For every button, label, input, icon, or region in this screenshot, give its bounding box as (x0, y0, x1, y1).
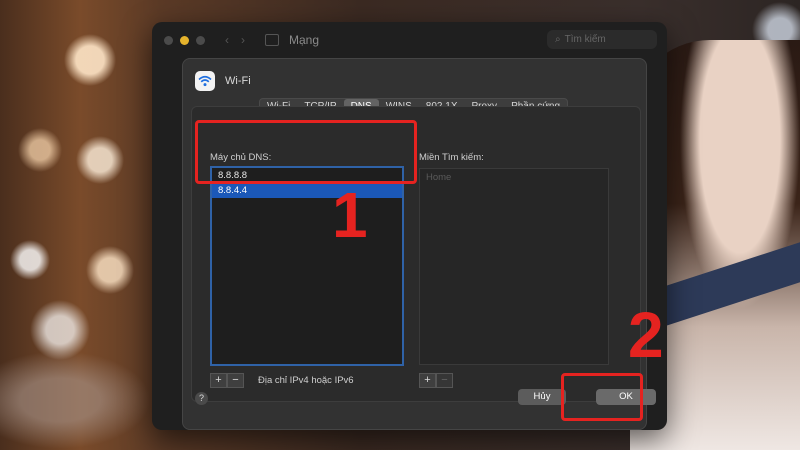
highlight-ok-button (561, 373, 643, 421)
domain-remove-button[interactable]: − (436, 373, 453, 388)
dns-remove-button[interactable]: − (227, 373, 244, 388)
search-domains-list[interactable]: Home (419, 168, 609, 365)
sheet-header: Wi-Fi (195, 71, 251, 91)
step-number-1: 1 (332, 179, 368, 251)
dns-server-row-selected[interactable]: 8.8.4.4 (212, 183, 402, 198)
address-hint: Địa chỉ IPv4 hoặc IPv6 (258, 375, 354, 386)
search-icon: ⌕ (555, 34, 561, 45)
dns-servers-list[interactable]: 8.8.8.8 8.8.4.4 (210, 166, 404, 366)
highlight-dns-servers (195, 120, 417, 184)
nav-arrows-icon[interactable]: ‹› (225, 33, 257, 47)
traffic-lights (164, 35, 205, 45)
window-title: Mạng (289, 33, 320, 47)
sheet-title: Wi-Fi (225, 75, 251, 87)
zoom-button[interactable] (196, 35, 205, 45)
titlebar: ‹› Mạng ⌕ Tìm kiếm (152, 22, 667, 58)
dns-add-button[interactable]: + (210, 373, 227, 388)
help-button[interactable]: ? (195, 392, 208, 405)
step-number-2: 2 (628, 299, 664, 371)
domain-add-remove: + − (419, 373, 453, 388)
dns-add-remove: + − (210, 373, 244, 388)
cancel-button[interactable]: Hủy (518, 389, 566, 405)
grid-icon[interactable] (265, 34, 279, 46)
search-domains-label: Miền Tìm kiếm: (419, 152, 484, 163)
minimize-button[interactable] (180, 35, 189, 45)
close-button[interactable] (164, 35, 173, 45)
search-domains-placeholder: Home (426, 172, 452, 183)
domain-add-button[interactable]: + (419, 373, 436, 388)
search-placeholder: Tìm kiếm (564, 34, 606, 45)
search-field[interactable]: ⌕ Tìm kiếm (547, 30, 657, 49)
wifi-icon (195, 71, 215, 91)
network-window: ‹› Mạng ⌕ Tìm kiếm Wi-Fi Wi-Fi TCP/IP DN… (152, 22, 667, 430)
